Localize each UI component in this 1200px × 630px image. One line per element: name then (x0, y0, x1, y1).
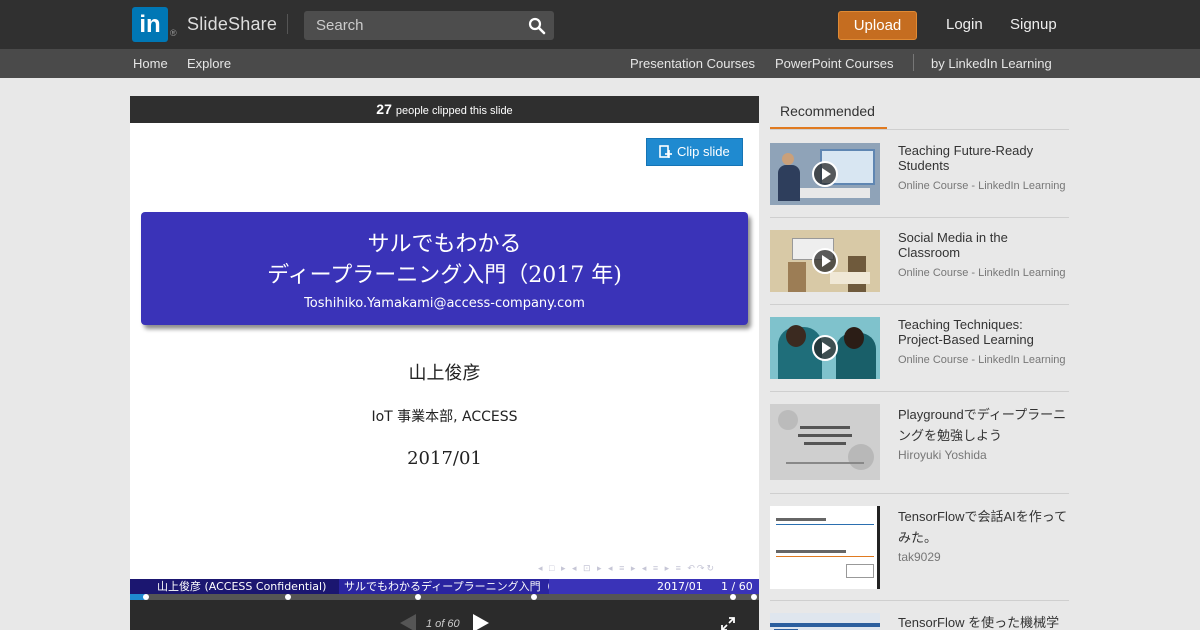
slide-thumbnail[interactable] (770, 613, 880, 630)
slide-footer: 山上俊彦 (ACCESS Confidential) サルでもわかるディープラー… (130, 579, 759, 594)
footer-title: サルでもわかるディープラーニング入門（20 (339, 579, 549, 594)
nav-presentation-courses[interactable]: Presentation Courses (630, 56, 755, 71)
recommended-subtitle: Online Course - LinkedIn Learning (898, 267, 1066, 279)
clip-count-bar: 27 people clipped this slide (130, 96, 759, 123)
linkedin-logo[interactable]: in (132, 7, 168, 42)
play-icon[interactable] (812, 335, 838, 361)
slide-viewer[interactable]: Clip slide サルでもわかる ディープラーニング入門（2017 年) T… (130, 123, 759, 594)
slide-title-line2: ディープラーニング入門（2017 年) (267, 263, 622, 288)
footer-info: 2017/01 1 / 60 (549, 579, 759, 594)
slide-date: 2017/01 (407, 448, 482, 469)
upload-button[interactable]: Upload (838, 11, 917, 40)
nav-home[interactable]: Home (133, 56, 168, 71)
recommended-item[interactable]: TensorFlowで会話AIを作ってみた。 tak9029 (770, 494, 1069, 601)
slide-author: 山上俊彦 (408, 363, 481, 384)
clip-slide-button[interactable]: Clip slide (646, 138, 743, 166)
play-icon[interactable] (812, 161, 838, 187)
recommended-title[interactable]: Teaching Techniques: Project-Based Learn… (898, 317, 1068, 347)
page-indicator: 1 of 60 (426, 618, 460, 630)
login-link[interactable]: Login (946, 16, 983, 33)
slide-thumbnail[interactable] (770, 404, 880, 480)
slide-affiliation: IoT 事業本部, ACCESS (371, 409, 518, 425)
footer-page: 1 / 60 (721, 580, 753, 593)
recommended-item[interactable]: Playgroundでディープラーニングを勉強しよう Hiroyuki Yosh… (770, 392, 1069, 494)
search-input[interactable]: Search (304, 11, 554, 40)
clip-count: 27 (376, 101, 392, 117)
recommended-title[interactable]: TensorFlow を使った機械学 (898, 615, 1068, 630)
clip-count-text: people clipped this slide (395, 105, 513, 117)
signup-link[interactable]: Signup (1010, 16, 1057, 33)
play-icon[interactable] (812, 248, 838, 274)
recommended-item[interactable]: Teaching Future-Ready Students Online Co… (770, 130, 1069, 218)
top-bar: in ® SlideShare Search Upload Login Sign… (0, 0, 1200, 49)
course-thumbnail[interactable] (770, 230, 880, 292)
registered-mark: ® (170, 28, 177, 38)
recommended-subtitle: Online Course - LinkedIn Learning (898, 180, 1066, 192)
clip-icon (659, 145, 672, 158)
nav-explore[interactable]: Explore (187, 56, 231, 71)
course-thumbnail[interactable] (770, 317, 880, 379)
course-thumbnail[interactable] (770, 143, 880, 205)
recommended-title[interactable]: Social Media in the Classroom (898, 230, 1068, 260)
recommended-item[interactable]: TensorFlow を使った機械学 (770, 601, 1069, 630)
slide-thumbnail[interactable] (770, 506, 880, 589)
clip-slide-label: Clip slide (677, 144, 730, 159)
slide-title-line1: サルでもわかる (367, 232, 522, 257)
beamer-navigation-symbols: ◂ □ ▸ ◂ ⊡ ▸ ◂ ≡ ▸ ◂ ≡ ▸ ≡ ↶↷↻ (538, 563, 717, 573)
recommended-title[interactable]: Teaching Future-Ready Students (898, 143, 1068, 173)
slideshare-logo-text[interactable]: SlideShare (187, 14, 277, 35)
sub-navigation: Home Explore Presentation Courses PowerP… (0, 49, 1200, 78)
search-icon[interactable] (528, 17, 546, 35)
fullscreen-icon[interactable] (721, 617, 735, 630)
recommended-item[interactable]: Teaching Techniques: Project-Based Learn… (770, 305, 1069, 392)
recommended-author: tak9029 (898, 550, 941, 564)
recommended-title[interactable]: TensorFlowで会話AIを作ってみた。 (898, 506, 1068, 548)
footer-date: 2017/01 (657, 580, 703, 593)
player-controls: 1 of 60 (130, 600, 759, 630)
nav-powerpoint-courses[interactable]: PowerPoint Courses (775, 56, 894, 71)
tab-recommended[interactable]: Recommended (770, 96, 887, 130)
next-slide-icon[interactable] (472, 614, 490, 630)
recommended-author: Hiroyuki Yoshida (898, 448, 987, 462)
slide-email: Toshihiko.Yamakami@access-company.com (304, 296, 585, 311)
divider (913, 54, 914, 71)
previous-slide-icon[interactable] (399, 614, 417, 630)
nav-linkedin-learning[interactable]: by LinkedIn Learning (931, 56, 1052, 71)
slide-title-block: サルでもわかる ディープラーニング入門（2017 年) Toshihiko.Ya… (141, 212, 748, 325)
recommended-item[interactable]: Social Media in the Classroom Online Cou… (770, 218, 1069, 305)
divider (287, 14, 288, 34)
recommended-subtitle: Online Course - LinkedIn Learning (898, 354, 1066, 366)
footer-author: 山上俊彦 (ACCESS Confidential) (130, 579, 339, 594)
recommended-title[interactable]: Playgroundでディープラーニングを勉強しよう (898, 404, 1068, 446)
